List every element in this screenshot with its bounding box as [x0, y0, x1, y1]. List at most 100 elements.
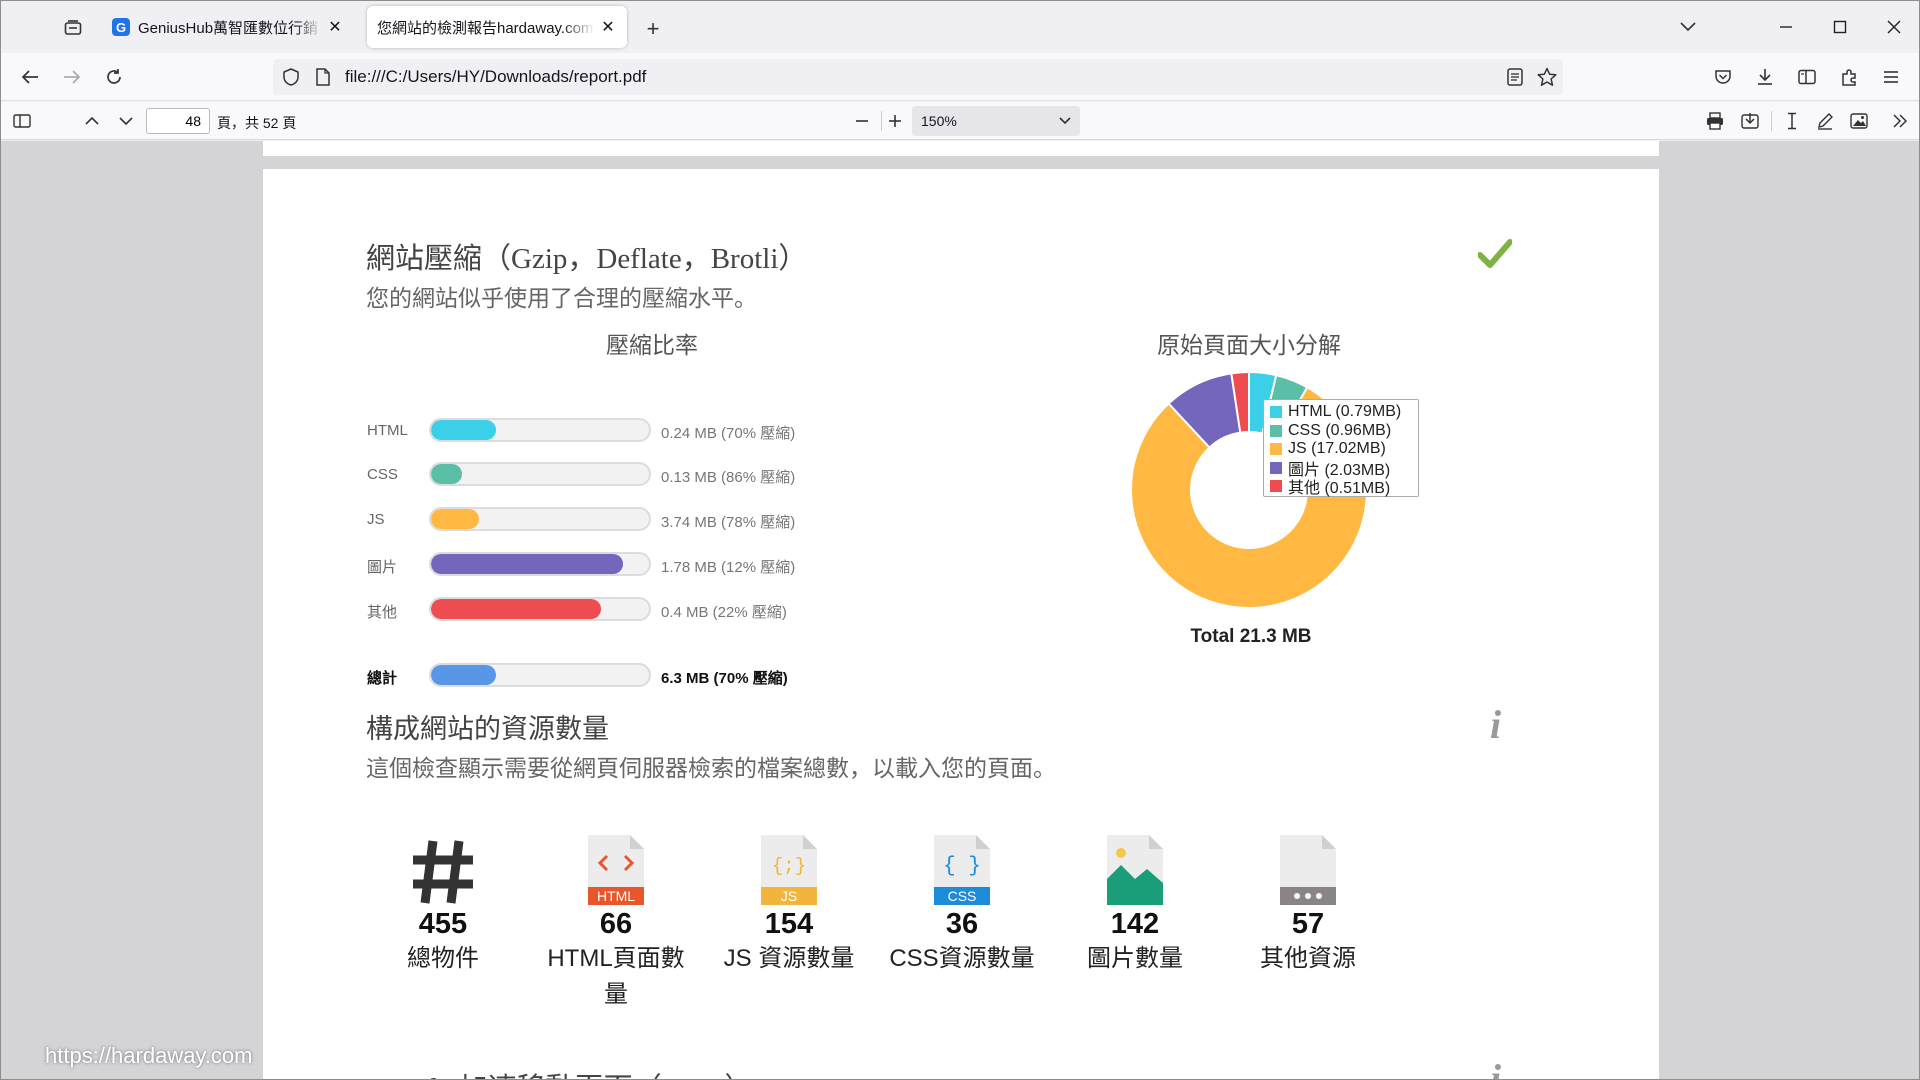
forward-button[interactable] — [57, 63, 87, 91]
bar-fill — [431, 509, 479, 529]
url-text[interactable]: file:///C:/Users/HY/Downloads/report.pdf — [345, 67, 646, 87]
forward-arrow-icon — [64, 70, 81, 84]
compression-bar-row: 總計 6.3 MB (70% 壓縮) — [367, 663, 847, 689]
file-badge: HTML — [597, 888, 635, 904]
resource-images: 142 圖片數量 — [1055, 819, 1215, 977]
tab-title: GeniusHub萬智匯數位行銷 - 全 — [138, 19, 322, 37]
close-tab-icon[interactable]: ✕ — [326, 18, 344, 36]
page-number-input[interactable]: 48 — [146, 108, 210, 134]
compression-title: 網站壓縮（Gzip，Deflate，Brotli） — [366, 243, 808, 275]
checkmark-icon — [1477, 239, 1513, 274]
pocket-button[interactable] — [1708, 63, 1738, 91]
downloads-button[interactable] — [1750, 63, 1780, 91]
resource-label: HTML頁面數量 — [547, 945, 685, 1008]
bar-category-label: 其他 — [367, 604, 398, 621]
tab-geniushub[interactable]: G GeniusHub萬智匯數位行銷 - 全 ✕ — [102, 6, 354, 48]
legend-swatch — [1270, 406, 1282, 419]
hamburger-menu-icon — [1884, 71, 1898, 83]
zoom-value: 150% — [921, 113, 957, 129]
bar-category-label: JS — [367, 511, 385, 528]
zoom-select[interactable]: 150% — [912, 106, 1080, 136]
double-chevron-right-icon — [1893, 114, 1908, 128]
resource-html: HTML 66 HTML頁面數量 — [536, 819, 696, 1013]
minimize-button[interactable] — [1759, 1, 1813, 53]
tab-report[interactable]: 您網站的檢測報告hardaway.com.tw ✕ — [367, 6, 627, 48]
bar-category-label: 圖片 — [367, 559, 398, 576]
browser-window: G GeniusHub萬智匯數位行銷 - 全 ✕ 您網站的檢測報告hardawa… — [0, 0, 1920, 1080]
image-icon — [1850, 113, 1868, 129]
puzzle-icon — [1842, 69, 1856, 86]
svg-text:{ }: { } — [943, 855, 981, 878]
bar-category-label: HTML — [367, 422, 408, 439]
draw-tool-button[interactable] — [1812, 108, 1838, 134]
bar-fill — [431, 464, 462, 484]
navigation-bar: file:///C:/Users/HY/Downloads/report.pdf — [1, 53, 1919, 101]
print-button[interactable] — [1702, 108, 1728, 134]
list-all-tabs-button[interactable] — [1661, 1, 1715, 53]
url-bar[interactable]: file:///C:/Users/HY/Downloads/report.pdf — [273, 59, 1563, 95]
amp-section-title: Google 加速移動頁面（AMP） — [366, 1065, 753, 1079]
donut-legend: HTML (0.79MB) CSS (0.96MB) JS (17.02MB) 圖片 … — [1263, 399, 1419, 497]
compression-bar-row: JS 3.74 MB (78% 壓縮) — [367, 507, 847, 533]
maximize-icon — [1833, 20, 1847, 34]
close-window-button[interactable] — [1867, 1, 1919, 53]
bar-value-label: 0.4 MB (22% 壓縮) — [661, 604, 787, 621]
image-tool-button[interactable] — [1846, 108, 1872, 134]
info-icon[interactable]: i — [1490, 701, 1501, 748]
new-tab-button[interactable]: + — [639, 15, 667, 43]
page-icon — [316, 68, 330, 91]
firefox-view-button[interactable] — [57, 15, 89, 41]
zoom-in-button[interactable] — [882, 108, 908, 134]
bookmark-star-icon[interactable] — [1537, 67, 1557, 92]
resource-count: 66 — [599, 908, 633, 940]
pdf-viewer[interactable]: 網站壓縮（Gzip，Deflate，Brotli） 您的網站似乎使用了合理的壓縮… — [1, 141, 1919, 1079]
donut-total-label: Total 21.3 MB — [1190, 626, 1312, 647]
resources-title: 構成網站的資源數量 — [366, 714, 609, 744]
sidebar-toggle-button[interactable] — [1792, 63, 1822, 91]
shield-icon[interactable] — [283, 68, 299, 91]
maximize-button[interactable] — [1813, 1, 1867, 53]
menu-button[interactable] — [1876, 63, 1906, 91]
reload-button[interactable] — [99, 63, 129, 91]
info-icon[interactable]: i — [1490, 1055, 1501, 1079]
legend-item: CSS (0.96MB) — [1270, 422, 1418, 441]
toggle-sidebar-button[interactable] — [9, 108, 35, 134]
legend-label: HTML (0.79MB) — [1288, 403, 1402, 421]
previous-page-button[interactable] — [79, 108, 105, 134]
bar-track — [429, 663, 651, 687]
chevron-down-icon — [1680, 22, 1696, 32]
extensions-button[interactable] — [1834, 63, 1864, 91]
chevron-down-icon — [1058, 113, 1072, 129]
other-file-icon — [1228, 819, 1388, 905]
chevron-up-icon — [85, 116, 99, 125]
legend-swatch — [1270, 443, 1282, 456]
more-tools-button[interactable] — [1887, 108, 1913, 134]
compression-bar-row: CSS 0.13 MB (86% 壓縮) — [367, 462, 847, 488]
resource-label: 其他資源 — [1260, 945, 1356, 972]
reader-view-icon[interactable] — [1507, 68, 1523, 91]
previous-page-edge — [263, 141, 1659, 156]
text-tool-button[interactable] — [1779, 108, 1805, 134]
bar-value-label: 6.3 MB (70% 壓縮) — [661, 670, 788, 687]
html-file-icon: HTML — [536, 819, 696, 905]
toolbar-divider — [1771, 111, 1772, 131]
google-favicon-icon: G — [112, 18, 130, 36]
bar-track — [429, 597, 651, 621]
hash-icon — [363, 819, 523, 905]
compression-bar-row: 其他 0.4 MB (22% 壓縮) — [367, 597, 847, 623]
pocket-icon — [1715, 70, 1731, 84]
resource-count: 36 — [945, 908, 979, 940]
bar-value-label: 3.74 MB (78% 壓縮) — [661, 514, 796, 531]
legend-item: 其他 (0.51MB) — [1270, 477, 1418, 497]
next-page-button[interactable] — [113, 108, 139, 134]
save-button[interactable] — [1737, 108, 1763, 134]
bar-value-label: 0.24 MB (70% 壓縮) — [661, 425, 796, 442]
resource-js: JS {;} 154 JS 資源數量 — [709, 819, 869, 977]
close-tab-icon[interactable]: ✕ — [599, 18, 617, 36]
bar-fill — [431, 554, 623, 574]
bar-category-label: 總計 — [367, 670, 398, 687]
back-button[interactable] — [15, 63, 45, 91]
zoom-out-button[interactable] — [849, 108, 875, 134]
resource-label: CSS資源數量 — [889, 945, 1035, 972]
back-arrow-icon — [21, 70, 38, 84]
